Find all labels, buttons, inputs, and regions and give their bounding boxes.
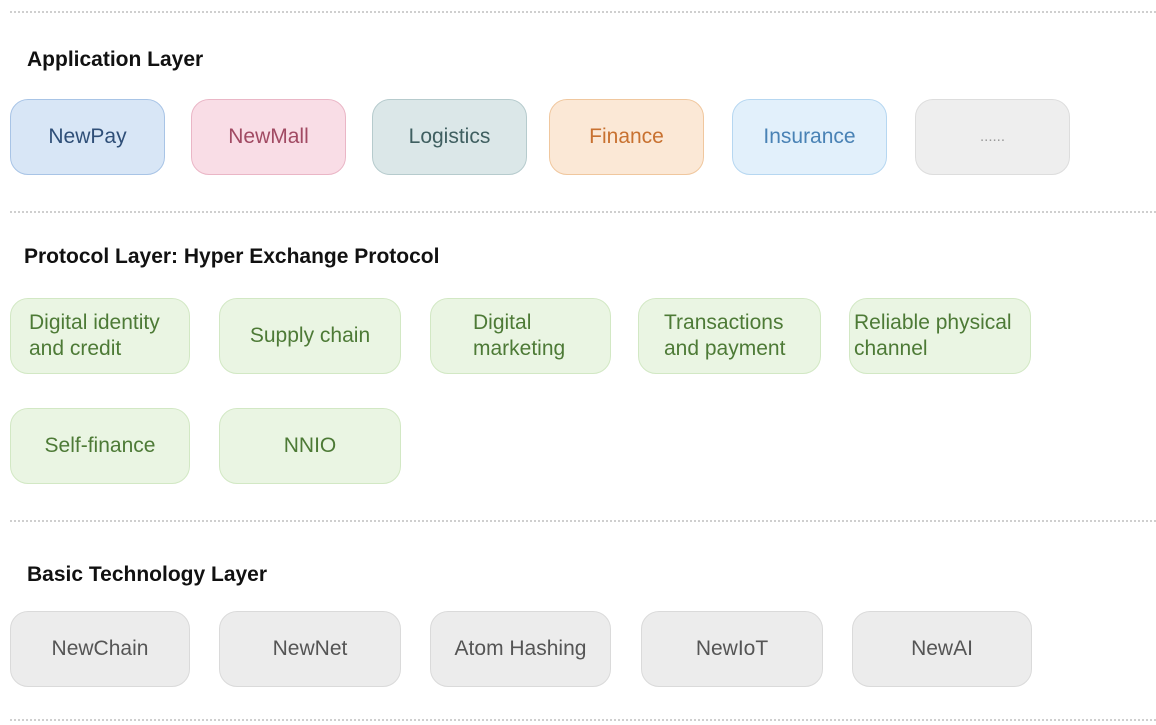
tech-newchain-label: NewChain [51, 637, 149, 660]
protocol-transactions-line1: Transactions [664, 311, 784, 334]
app-finance[interactable]: Finance [549, 99, 704, 175]
protocol-reliable-channel[interactable]: Reliable physical channel [849, 298, 1031, 374]
protocol-supply-chain-label: Supply chain [249, 324, 371, 347]
protocol-digital-identity-line1: Digital identity [29, 311, 160, 334]
app-insurance[interactable]: Insurance [732, 99, 887, 175]
protocol-transactions[interactable]: Transactions and payment [638, 298, 821, 374]
protocol-reliable-channel-line1: Reliable physical [854, 311, 1012, 334]
protocol-reliable-channel-line2: channel [854, 337, 928, 360]
protocol-transactions-label: Transactions and payment [664, 310, 785, 362]
tech-newchain[interactable]: NewChain [10, 611, 190, 687]
protocol-digital-identity[interactable]: Digital identity and credit [10, 298, 190, 374]
app-newpay-label: NewPay [48, 125, 127, 148]
protocol-digital-identity-line2: and credit [29, 337, 122, 360]
app-more-label: ...... [979, 128, 1005, 145]
protocol-digital-identity-label: Digital identity and credit [29, 310, 160, 362]
app-insurance-label: Insurance [763, 125, 856, 148]
tech-newiot-label: NewIoT [695, 637, 769, 660]
app-newmall-label: NewMall [228, 125, 309, 148]
divider-protocol-technology [10, 520, 1156, 522]
protocol-transactions-line2: and payment [664, 337, 786, 360]
technology-layer-title: Basic Technology Layer [27, 563, 268, 586]
protocol-self-finance-label: Self-finance [44, 434, 156, 457]
protocol-supply-chain[interactable]: Supply chain [219, 298, 401, 374]
tech-newnet[interactable]: NewNet [219, 611, 401, 687]
protocol-self-finance[interactable]: Self-finance [10, 408, 190, 484]
tech-atom-hashing[interactable]: Atom Hashing [430, 611, 611, 687]
app-newpay[interactable]: NewPay [10, 99, 165, 175]
protocol-digital-marketing-line1: Digital [473, 311, 532, 334]
app-newmall[interactable]: NewMall [191, 99, 346, 175]
divider-top [10, 11, 1156, 13]
tech-newai[interactable]: NewAI [852, 611, 1032, 687]
divider-application-protocol [10, 211, 1156, 213]
protocol-digital-marketing-line2: marketing [473, 337, 566, 360]
tech-newnet-label: NewNet [272, 637, 348, 660]
divider-bottom [10, 719, 1156, 721]
protocol-digital-marketing-label: Digital marketing [473, 310, 565, 362]
application-layer-title: Application Layer [27, 48, 204, 71]
app-more[interactable]: ...... [915, 99, 1070, 175]
app-logistics-label: Logistics [408, 125, 491, 148]
protocol-nnio-label: NNIO [283, 434, 337, 457]
app-finance-label: Finance [589, 125, 664, 148]
tech-newai-label: NewAI [911, 637, 973, 660]
protocol-reliable-channel-label: Reliable physical channel [854, 310, 1012, 362]
app-logistics[interactable]: Logistics [372, 99, 527, 175]
protocol-layer-title: Protocol Layer: Hyper Exchange Protocol [24, 245, 440, 268]
tech-atom-hashing-label: Atom Hashing [454, 637, 587, 660]
protocol-nnio[interactable]: NNIO [219, 408, 401, 484]
protocol-digital-marketing[interactable]: Digital marketing [430, 298, 611, 374]
tech-newiot[interactable]: NewIoT [641, 611, 823, 687]
